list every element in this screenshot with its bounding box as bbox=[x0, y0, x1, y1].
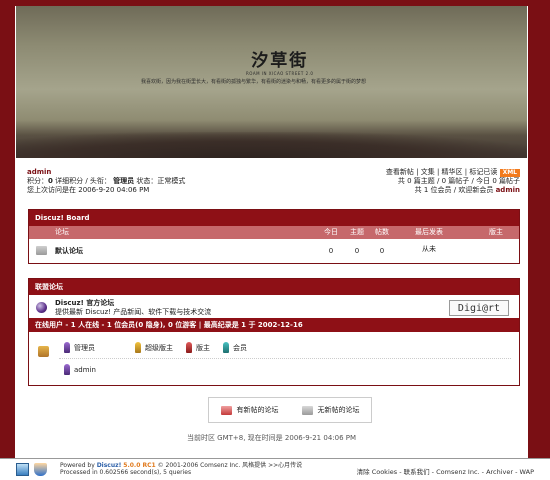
legend-supermod: 超级版主 bbox=[135, 342, 173, 353]
xml-feed-badge[interactable]: XML bbox=[499, 169, 520, 177]
online-prefix: 在线用户 - bbox=[35, 321, 69, 329]
online-mid1: 人在线 - bbox=[78, 321, 105, 329]
forum-last-post: 从未 bbox=[422, 245, 436, 253]
link-name[interactable]: Discuz! 官方论坛 bbox=[55, 299, 211, 308]
links-title: 联盟论坛 bbox=[29, 279, 519, 295]
record-label: 最高纪录是 bbox=[203, 321, 239, 329]
online-members: 1 bbox=[106, 321, 112, 329]
col-forum: 论坛 bbox=[55, 228, 69, 236]
online-mid2: 位会员(0 隐身), 0 位游客 | bbox=[114, 321, 202, 329]
legend-new: 有新帖的论坛 bbox=[220, 405, 279, 415]
supermod-user-icon bbox=[135, 342, 141, 353]
forum-today: 0 bbox=[328, 247, 334, 255]
col-moderators: 版主 bbox=[489, 228, 503, 236]
username-link[interactable]: admin bbox=[27, 168, 51, 176]
forum-posts: 0 bbox=[379, 247, 385, 255]
logo-subtext: ROAM IN XICAO STREET 2.0 bbox=[246, 71, 314, 76]
banner-hill bbox=[16, 132, 527, 158]
banner-motto: 我喜欢街，因为我在街里长大，有看街的孤独与繁华，有看街的迷染与和畅，有看更多的属… bbox=[141, 79, 367, 85]
powered-brand-link[interactable]: Discuz! bbox=[97, 462, 122, 469]
member-user-icon bbox=[223, 342, 229, 353]
logo-text: 汐草街 bbox=[251, 51, 309, 71]
legend-admin: 管理员 bbox=[64, 342, 95, 353]
forum-stats: 共 0 篇主题 / 0 篇帖子 / 今日 0 篇帖子 bbox=[397, 177, 520, 185]
time-info: 当前时区 GMT+8, 现在时间是 2006-9-21 04:06 PM bbox=[186, 434, 357, 442]
board-title[interactable]: Discuz! Board bbox=[29, 210, 519, 226]
footer: TOP Powered by Discuz! 5.0.0 RC1 © 2001-… bbox=[0, 451, 550, 480]
forum-row: 默认论坛 0 0 0 从未 bbox=[29, 239, 519, 263]
footer-links[interactable]: 清除 Cookies - 联系我们 - Comsenz Inc. - Archi… bbox=[357, 466, 534, 476]
legend-admin-label: 管理员 bbox=[74, 343, 95, 352]
online-panel: 在线用户 - 1 人在线 - 1 位会员(0 隐身), 0 位游客 | 最高纪录… bbox=[28, 318, 520, 386]
header-banner: 汐草街 ROAM IN XICAO STREET 2.0 我喜欢街，因为我在街里… bbox=[16, 6, 527, 158]
status-value[interactable]: 正常模式 bbox=[157, 177, 185, 185]
legend-member-label: 会员 bbox=[233, 343, 247, 352]
no-posts-folder-icon bbox=[301, 405, 313, 415]
col-today: 今日 bbox=[324, 228, 338, 236]
legend-none: 无新帖的论坛 bbox=[301, 405, 360, 415]
legend-mod-label: 版主 bbox=[196, 343, 210, 352]
page: 汐草街 ROAM IN XICAO STREET 2.0 我喜欢街，因为我在街里… bbox=[15, 0, 528, 458]
online-body: 管理员 超级版主 版主 会员 admin bbox=[29, 332, 519, 385]
status-label: 状态： bbox=[136, 177, 158, 185]
back-to-top[interactable]: TOP bbox=[518, 451, 528, 457]
powered-by: Powered by Discuz! 5.0.0 RC1 © 2001-2006… bbox=[60, 462, 302, 476]
mod-user-icon bbox=[186, 342, 192, 353]
powered-suffix[interactable]: © 2001-2006 Comsenz Inc. 风格提供 >>心月传说 bbox=[158, 462, 303, 469]
record-date: 2002-12-16 bbox=[257, 321, 303, 329]
nav-mark-read[interactable]: 标记已读 bbox=[469, 168, 497, 176]
legend-mod: 版主 bbox=[186, 342, 210, 353]
legend-new-label: 有新帖的论坛 bbox=[236, 406, 279, 414]
legend-member: 会员 bbox=[223, 342, 247, 353]
online-user: admin bbox=[64, 364, 96, 375]
partner-logo[interactable]: Digi@rt bbox=[449, 300, 509, 316]
user-bar: admin 积分：0 详细积分 / 头衔： 管理员 状态：正常模式 您上次访问是… bbox=[27, 168, 520, 200]
nav-new-posts[interactable]: 查看新帖 bbox=[386, 168, 414, 176]
col-topics: 主题 bbox=[350, 228, 364, 236]
online-user-icon bbox=[64, 364, 70, 375]
online-title: 在线用户 - 1 人在线 - 1 位会员(0 隐身), 0 位游客 | 最高纪录… bbox=[29, 318, 519, 332]
online-divider bbox=[59, 358, 511, 359]
admin-user-icon bbox=[64, 342, 70, 353]
board-columns: 论坛 今日 主题 帖数 最后发表 版主 bbox=[29, 226, 519, 239]
col-last-post: 最后发表 bbox=[415, 228, 443, 236]
legend-supermod-label: 超级版主 bbox=[145, 343, 173, 352]
site-logo[interactable]: 汐草街 ROAM IN XICAO STREET 2.0 bbox=[246, 46, 313, 76]
forum-moderators bbox=[461, 239, 531, 263]
online-user-link[interactable]: admin bbox=[74, 366, 96, 374]
nav-digest[interactable]: 文集 bbox=[421, 168, 435, 176]
forum-name-link[interactable]: 默认论坛 bbox=[55, 246, 83, 256]
members-stats: 共 1 位会员 / 欢迎新会员 bbox=[414, 186, 494, 194]
title-label[interactable]: 详细积分 / 头衔： bbox=[55, 177, 111, 185]
forum-legend: 有新帖的论坛 无新帖的论坛 bbox=[208, 397, 372, 423]
powered-version: 5.0.0 RC1 bbox=[123, 462, 156, 469]
board-table: Discuz! Board 论坛 今日 主题 帖数 最后发表 版主 默认论坛 0… bbox=[28, 209, 520, 264]
powered-prefix: Powered by bbox=[60, 462, 95, 469]
processed-info: Processed in 0.602566 second(s), 5 queri… bbox=[60, 469, 192, 476]
link-description: 提供最新 Discuz! 产品新闻、软件下载与技术交流 bbox=[55, 308, 212, 316]
forum-folder-icon bbox=[36, 246, 47, 255]
points-value: 0 bbox=[48, 177, 53, 185]
new-member-link[interactable]: admin bbox=[496, 186, 520, 194]
nav-elite[interactable]: 精华区 bbox=[442, 168, 463, 176]
last-visit-label: 您上次访问是在 bbox=[27, 186, 76, 194]
online-total: 1 bbox=[70, 321, 76, 329]
user-title: 管理员 bbox=[113, 177, 135, 185]
user-info: admin 积分：0 详细积分 / 头衔： 管理员 状态：正常模式 您上次访问是… bbox=[27, 168, 185, 195]
legend-none-label: 无新帖的论坛 bbox=[317, 406, 360, 414]
shield-icon bbox=[34, 463, 47, 476]
record-mid: 于 bbox=[248, 321, 256, 329]
forum-topics: 0 bbox=[354, 247, 360, 255]
new-posts-folder-icon bbox=[220, 405, 232, 415]
col-posts: 帖数 bbox=[375, 228, 389, 236]
online-users-icon bbox=[38, 346, 49, 357]
last-visit-value: 2006-9-20 04:06 PM bbox=[78, 186, 150, 194]
quick-nav: 查看新帖 | 文集 | 精华区 | 标记已读 XML 共 0 篇主题 / 0 篇… bbox=[385, 168, 520, 194]
points-label: 积分： bbox=[27, 177, 48, 185]
discuz-icon bbox=[16, 463, 29, 476]
record-value: 1 bbox=[241, 321, 247, 329]
discuz-logo-icon bbox=[36, 302, 47, 313]
